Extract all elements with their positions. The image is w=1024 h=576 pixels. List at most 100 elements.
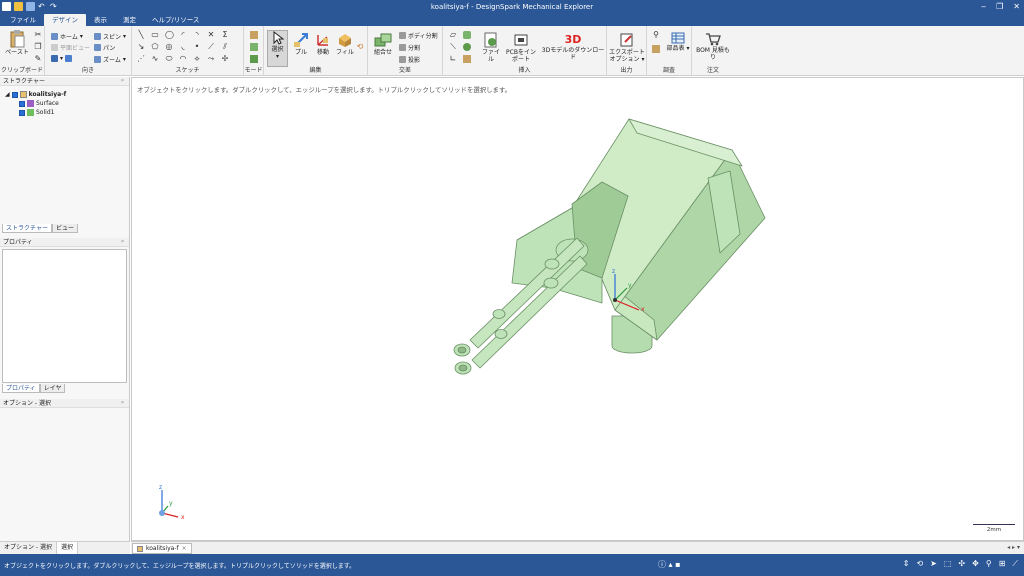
split-line-icon[interactable]: ⟋ xyxy=(207,43,215,51)
minimize-button[interactable]: ‒ xyxy=(981,0,986,13)
open-folder-icon[interactable] xyxy=(14,2,23,11)
zoom-button[interactable]: ズーム ▾ xyxy=(94,55,126,64)
nav-arrows-icon[interactable]: ⇕ xyxy=(903,559,910,569)
paste-button[interactable]: ペースト xyxy=(3,30,31,56)
box-icon[interactable] xyxy=(463,55,471,63)
bend-icon[interactable]: ⤳ xyxy=(207,55,215,63)
project-line-icon[interactable]: ✢ xyxy=(221,55,229,63)
document-tab[interactable]: koalitsiya-f × xyxy=(132,543,192,554)
tab-display[interactable]: 表示 xyxy=(86,14,115,26)
circle-tool-icon[interactable]: ◯ xyxy=(165,31,174,39)
redo-icon[interactable]: ↷ xyxy=(50,2,59,11)
cut-icon[interactable]: ✂ xyxy=(34,31,42,39)
pin-icon[interactable]: ᵖ xyxy=(121,399,124,408)
3d-mode-icon[interactable] xyxy=(250,55,258,63)
sketch-line-icon[interactable]: ⟋ xyxy=(1012,559,1018,569)
section-mode-icon[interactable] xyxy=(250,43,258,51)
polygon-tool-icon[interactable]: ⬠ xyxy=(151,43,159,51)
tangent-line-icon[interactable]: ↘ xyxy=(137,43,145,51)
tab-structure[interactable]: ストラクチャー xyxy=(2,224,52,233)
tab-help-resources[interactable]: ヘルプ/リソース xyxy=(144,14,207,26)
spin-view-icon[interactable]: ✣ xyxy=(958,559,965,569)
move-button[interactable]: 移動 xyxy=(313,32,333,56)
project-button[interactable]: 投影 xyxy=(399,55,420,64)
box-select-icon[interactable]: ⬚ xyxy=(944,559,952,569)
select-button[interactable]: 選択 ▾ xyxy=(267,30,288,67)
tab-selection[interactable]: 選択 xyxy=(56,542,78,554)
offset-icon[interactable]: ⫽ xyxy=(221,43,229,51)
sketch-mode-icon[interactable] xyxy=(250,31,258,39)
pull-button[interactable]: プル xyxy=(291,32,311,56)
line-tool-icon[interactable]: ╲ xyxy=(137,31,145,39)
trim-tool-icon[interactable]: ✕ xyxy=(207,31,215,39)
info-icon[interactable]: ⓘ ▴ ▪ xyxy=(658,559,681,570)
pan-button[interactable]: パン xyxy=(94,43,115,52)
undo-icon[interactable]: ↶ xyxy=(38,2,47,11)
tab-layers[interactable]: レイヤ xyxy=(39,384,66,393)
point-tool-icon[interactable]: • xyxy=(193,43,201,51)
plane-insert-icon[interactable]: ▱ xyxy=(449,31,457,39)
axis-insert-icon[interactable]: ⟍ xyxy=(449,43,457,51)
cylinder-icon[interactable] xyxy=(463,31,471,39)
tab-scroll-arrows[interactable]: ◂ ▸ ▾ xyxy=(1007,544,1020,551)
measure-icon[interactable]: ⚲ xyxy=(652,31,660,39)
copy-icon[interactable]: ❐ xyxy=(34,43,42,51)
bom-quote-button[interactable]: BOM 見積もり xyxy=(694,32,732,61)
maximize-button[interactable]: ❐ xyxy=(996,0,1003,13)
view-cube-button[interactable]: ▾ xyxy=(51,55,73,62)
visibility-checkbox[interactable] xyxy=(11,91,18,98)
app-icon[interactable] xyxy=(2,2,11,11)
replace-icon[interactable]: ⟲ xyxy=(356,43,364,51)
tab-design[interactable]: デザイン xyxy=(44,14,86,26)
home-button[interactable]: ホーム ▾ xyxy=(51,32,83,41)
visibility-checkbox[interactable] xyxy=(19,100,25,107)
spline-tool-icon[interactable]: ∿ xyxy=(151,55,159,63)
parts-table-button[interactable]: 部品表 ▾ xyxy=(666,32,690,52)
tab-file[interactable]: ファイル xyxy=(2,14,44,26)
spin-button[interactable]: スピン ▾ xyxy=(94,32,126,41)
file-insert-button[interactable]: ファイル xyxy=(480,32,502,63)
model-canvas[interactable]: z x y z x y xyxy=(132,78,1024,542)
construction-line-icon[interactable]: ⋰ xyxy=(137,55,145,63)
tab-measure[interactable]: 測定 xyxy=(115,14,144,26)
fit-view-icon[interactable]: ⊞ xyxy=(999,559,1006,569)
plane-view-button[interactable]: 平面ビュー xyxy=(51,43,90,52)
collapse-icon[interactable]: ◢ xyxy=(5,90,10,99)
tree-root[interactable]: ◢ koalitsiya-f xyxy=(5,90,66,99)
origin-insert-icon[interactable]: ∟ xyxy=(449,55,457,63)
three-point-circle-icon[interactable]: ◎ xyxy=(165,43,173,51)
export-options-button[interactable]: エクスポートオプション ▾ xyxy=(609,32,645,63)
sphere-icon[interactable] xyxy=(463,43,471,51)
ellipse-tool-icon[interactable]: ⬭ xyxy=(165,55,173,63)
pin-icon[interactable]: ᵖ xyxy=(121,238,124,247)
undo-view-icon[interactable]: ⟲ xyxy=(916,559,923,569)
fill-button[interactable]: フィル xyxy=(335,32,355,56)
visibility-checkbox[interactable] xyxy=(19,109,25,116)
face-curve-icon[interactable]: ⟡ xyxy=(193,55,201,63)
tab-properties[interactable]: プロパティ xyxy=(2,384,40,393)
sum-tool-icon[interactable]: Σ xyxy=(221,31,229,39)
tab-options-select[interactable]: オプション - 選択 xyxy=(0,542,57,554)
3d-viewport[interactable]: オブジェクトをクリックします。ダブルクリックして、エッジループを選択します。トリ… xyxy=(131,77,1024,541)
split-body-button[interactable]: ボディ分割 xyxy=(399,31,438,40)
model-download-button[interactable]: 3D 3Dモデルのダウンロード xyxy=(541,32,605,61)
save-icon[interactable] xyxy=(26,2,35,11)
arc-tool-icon[interactable]: ◜ xyxy=(179,31,187,39)
close-button[interactable]: ✕ xyxy=(1013,0,1020,13)
sweep-arc-icon[interactable]: ◟ xyxy=(179,43,187,51)
pcb-import-button[interactable]: PCBをインポート xyxy=(504,32,538,63)
zoom-view-icon[interactable]: ⚲ xyxy=(986,559,992,569)
pan-view-icon[interactable]: ✥ xyxy=(972,559,979,569)
mass-icon[interactable] xyxy=(652,45,660,53)
tree-item-solid1[interactable]: Solid1 xyxy=(5,108,66,117)
tree-item-surface[interactable]: Surface xyxy=(5,99,66,108)
tab-view[interactable]: ビュー xyxy=(51,224,78,233)
split-button[interactable]: 分割 xyxy=(399,43,420,52)
tangent-arc-icon[interactable]: ◝ xyxy=(193,31,201,39)
pin-icon[interactable]: ᵖ xyxy=(121,77,124,86)
close-tab-icon[interactable]: × xyxy=(182,544,187,554)
select-mode-icon[interactable]: ➤ xyxy=(930,559,937,569)
rectangle-tool-icon[interactable]: ▭ xyxy=(151,31,159,39)
three-point-arc-icon[interactable]: ◠ xyxy=(179,55,187,63)
combine-button[interactable]: 組合せ xyxy=(371,32,395,56)
